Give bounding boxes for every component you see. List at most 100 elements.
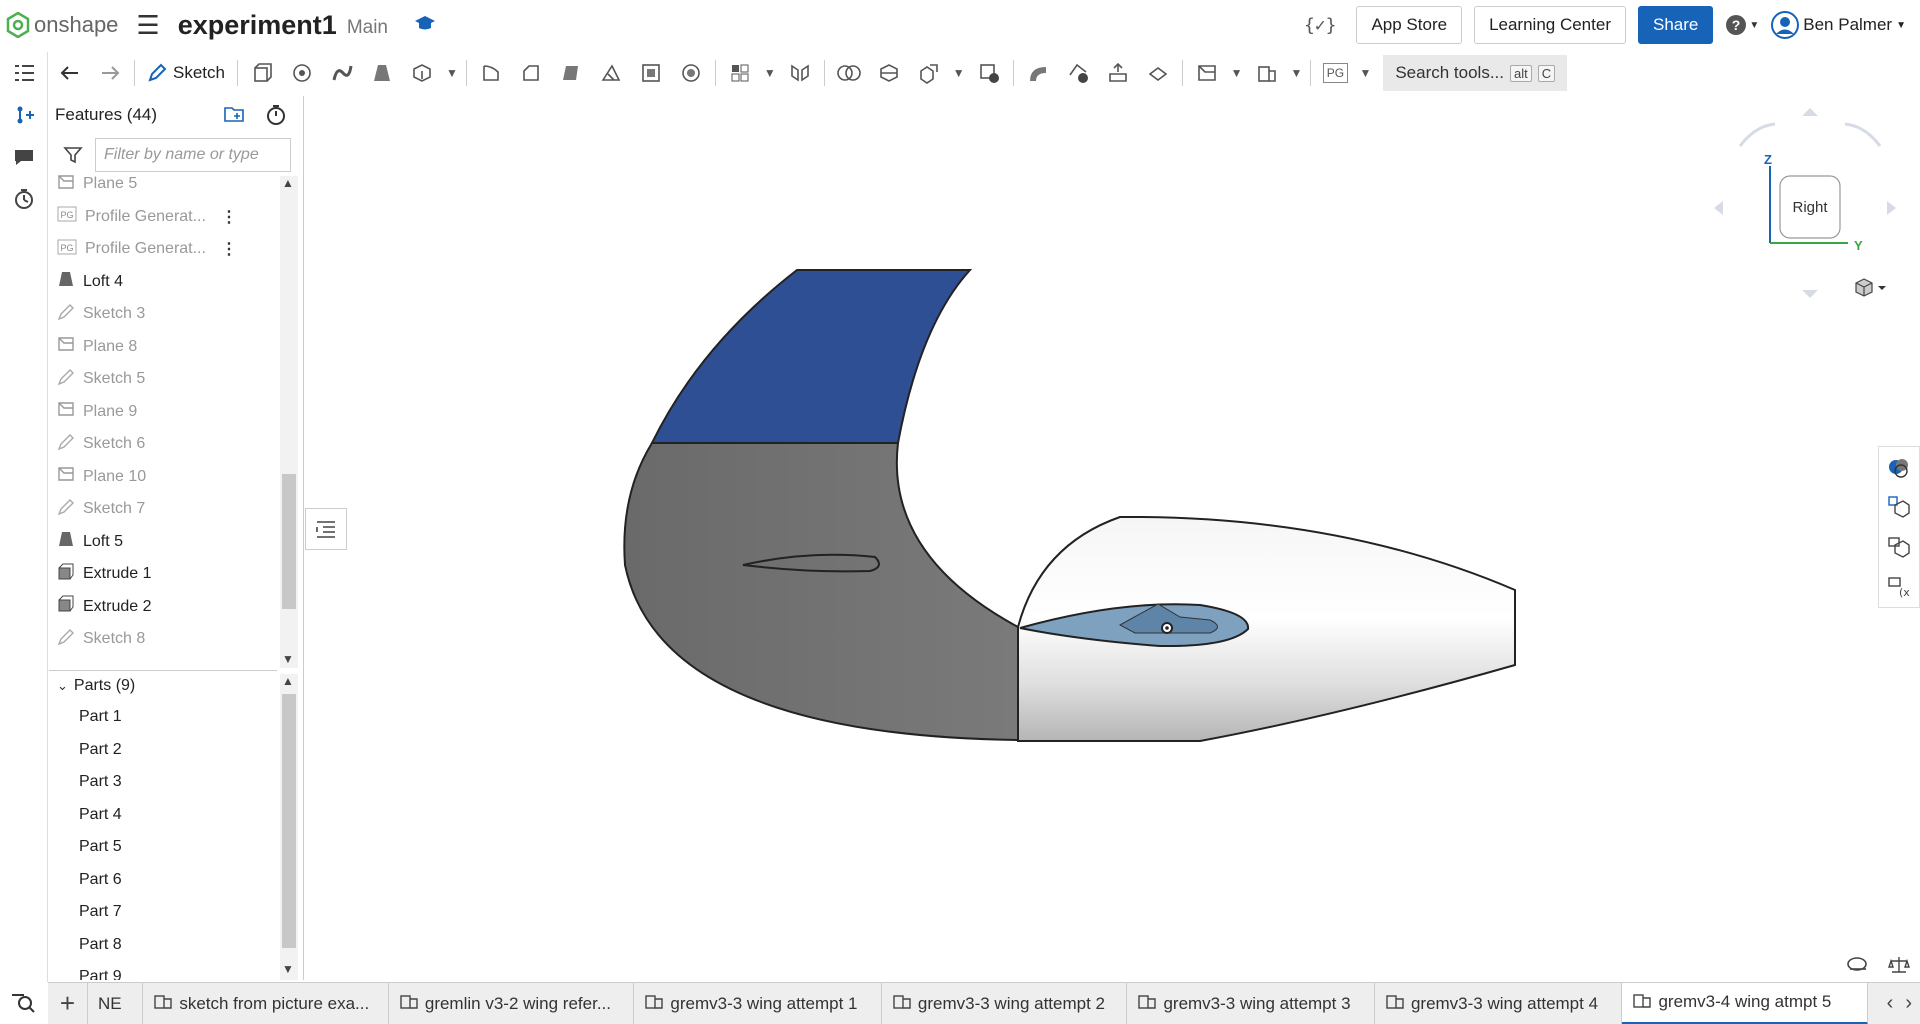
feature-item[interactable]: Sketch 7 bbox=[49, 493, 277, 526]
part-item[interactable]: Part 6 bbox=[49, 864, 277, 897]
view-options-cube-icon[interactable] bbox=[1855, 278, 1886, 297]
filter-input[interactable]: Filter by name or type bbox=[95, 138, 291, 172]
document-tab[interactable]: gremv3-3 wing attempt 4 bbox=[1375, 982, 1623, 1024]
learning-cap-icon[interactable] bbox=[414, 14, 436, 37]
rotate-right-icon[interactable] bbox=[1887, 201, 1896, 215]
graphics-viewport[interactable] bbox=[560, 255, 1540, 755]
parts-scroll-up-icon[interactable]: ▲ bbox=[282, 674, 294, 688]
variables-icon[interactable] bbox=[1879, 527, 1919, 567]
insert-feature-icon[interactable] bbox=[0, 94, 47, 136]
undo-icon[interactable] bbox=[50, 55, 90, 91]
document-tab[interactable]: gremv3-3 wing attempt 2 bbox=[882, 982, 1128, 1024]
boolean-tool-icon[interactable] bbox=[829, 55, 869, 91]
parts-scroll-down-icon[interactable]: ▼ bbox=[282, 962, 294, 976]
parts-scrollbar-thumb[interactable] bbox=[282, 694, 296, 948]
part-item[interactable]: Part 8 bbox=[49, 929, 277, 962]
rotate-left-icon[interactable] bbox=[1714, 201, 1724, 215]
selected-wing-face[interactable] bbox=[650, 269, 973, 444]
thicken-tool-icon[interactable] bbox=[402, 55, 442, 91]
menu-icon[interactable]: ☰ bbox=[136, 10, 159, 41]
modify-fillet-icon[interactable] bbox=[1018, 55, 1058, 91]
parts-header[interactable]: ⌄ Parts (9) bbox=[49, 671, 277, 701]
comments-icon[interactable] bbox=[0, 136, 47, 178]
pattern-tool-icon[interactable] bbox=[720, 55, 760, 91]
mirror-tool-icon[interactable] bbox=[780, 55, 820, 91]
view-cube[interactable]: Z Y Right bbox=[1710, 108, 1900, 308]
help-icon[interactable]: ? ▼ bbox=[1725, 14, 1759, 36]
rotate-arc-right-icon[interactable] bbox=[1844, 122, 1882, 147]
feature-item[interactable]: PG Profile Generat... ⋮ bbox=[49, 201, 277, 234]
share-button[interactable]: Share bbox=[1637, 6, 1714, 44]
shell-tool-icon[interactable] bbox=[631, 55, 671, 91]
feature-item[interactable]: Loft 4 bbox=[49, 266, 277, 299]
feature-item[interactable]: Extrude 3 bbox=[49, 656, 277, 661]
feature-item[interactable]: Sketch 6 bbox=[49, 428, 277, 461]
extrude-tool-icon[interactable] bbox=[242, 55, 282, 91]
document-title[interactable]: experiment1 bbox=[178, 10, 337, 41]
plane-tool-icon[interactable] bbox=[1187, 55, 1227, 91]
feature-item[interactable]: Plane 9 bbox=[49, 396, 277, 429]
part-item[interactable]: Part 5 bbox=[49, 831, 277, 864]
appearance-icon[interactable] bbox=[1879, 447, 1919, 487]
draft-tool-icon[interactable] bbox=[551, 55, 591, 91]
part-item[interactable]: Part 4 bbox=[49, 799, 277, 832]
sketch-button[interactable]: Sketch bbox=[139, 63, 233, 83]
tab-scroll-right-icon[interactable]: › bbox=[1905, 992, 1912, 1015]
feature-item[interactable]: Sketch 8 bbox=[49, 623, 277, 656]
feature-item[interactable]: Plane 8 bbox=[49, 331, 277, 364]
chevron-down-icon[interactable]: ▼ bbox=[1291, 66, 1303, 80]
document-tab[interactable]: NE bbox=[88, 982, 144, 1024]
part-item[interactable]: Part 1 bbox=[49, 701, 277, 734]
rollback-timer-icon[interactable] bbox=[265, 104, 287, 126]
delete-part-icon[interactable] bbox=[969, 55, 1009, 91]
part-item[interactable]: Part 9 bbox=[49, 961, 277, 980]
redo-icon[interactable] bbox=[90, 55, 130, 91]
add-tab-button[interactable]: + bbox=[48, 982, 88, 1024]
delete-face-icon[interactable] bbox=[1058, 55, 1098, 91]
custom-table-icon[interactable]: (x) bbox=[1879, 567, 1919, 607]
feature-item[interactable]: Sketch 5 bbox=[49, 363, 277, 396]
chevron-down-icon[interactable]: ▼ bbox=[764, 66, 776, 80]
app-store-button[interactable]: App Store bbox=[1356, 6, 1463, 44]
feature-scroll-up-icon[interactable]: ▲ bbox=[282, 176, 294, 190]
add-folder-icon[interactable] bbox=[223, 104, 247, 124]
revolve-tool-icon[interactable] bbox=[282, 55, 322, 91]
part-item[interactable]: Part 7 bbox=[49, 896, 277, 929]
loft-tool-icon[interactable] bbox=[362, 55, 402, 91]
mate-connector-icon[interactable] bbox=[1247, 55, 1287, 91]
feature-options-icon[interactable]: ⋮ bbox=[221, 207, 237, 227]
feature-item[interactable]: PG Profile Generat... ⋮ bbox=[49, 233, 277, 266]
chamfer-tool-icon[interactable] bbox=[511, 55, 551, 91]
feature-item[interactable]: Loft 5 bbox=[49, 526, 277, 559]
document-tab[interactable]: gremv3-3 wing attempt 1 bbox=[634, 982, 882, 1024]
fillet-tool-icon[interactable] bbox=[471, 55, 511, 91]
tab-scroll-left-icon[interactable]: ‹ bbox=[1887, 992, 1894, 1015]
document-tab[interactable]: gremv3-3 wing attempt 3 bbox=[1127, 982, 1375, 1024]
feature-item[interactable]: Plane 10 bbox=[49, 461, 277, 494]
hole-tool-icon[interactable] bbox=[671, 55, 711, 91]
chevron-down-icon[interactable]: ▼ bbox=[1231, 66, 1243, 80]
configurations-icon[interactable] bbox=[1879, 487, 1919, 527]
replace-face-icon[interactable] bbox=[1138, 55, 1178, 91]
chevron-down-icon[interactable]: ▼ bbox=[1359, 66, 1371, 80]
rotate-down-icon[interactable] bbox=[1802, 290, 1818, 298]
feature-item[interactable]: Sketch 3 bbox=[49, 298, 277, 331]
panel-toggle-icon[interactable] bbox=[305, 508, 347, 550]
feature-item[interactable]: Plane 5 bbox=[49, 168, 277, 201]
rotate-up-icon[interactable] bbox=[1802, 108, 1818, 116]
profile-generator-icon[interactable]: PG bbox=[1315, 55, 1355, 91]
featurescript-icon[interactable]: {✓} bbox=[1304, 15, 1337, 36]
chevron-down-icon[interactable]: ▼ bbox=[953, 66, 965, 80]
rotate-arc-left-icon[interactable] bbox=[1738, 122, 1776, 147]
part-item[interactable]: Part 3 bbox=[49, 766, 277, 799]
feature-item[interactable]: Extrude 1 bbox=[49, 558, 277, 591]
history-icon[interactable] bbox=[0, 178, 47, 220]
part-item[interactable]: Part 2 bbox=[49, 734, 277, 767]
split-tool-icon[interactable] bbox=[869, 55, 909, 91]
feature-list-icon[interactable] bbox=[0, 52, 47, 94]
document-tab[interactable]: gremlin v3-2 wing refer... bbox=[389, 982, 635, 1024]
transform-tool-icon[interactable] bbox=[909, 55, 949, 91]
search-tools-button[interactable]: Search tools... alt C bbox=[1383, 55, 1568, 91]
document-tab[interactable]: sketch from picture exa... bbox=[143, 982, 389, 1024]
move-face-icon[interactable] bbox=[1098, 55, 1138, 91]
